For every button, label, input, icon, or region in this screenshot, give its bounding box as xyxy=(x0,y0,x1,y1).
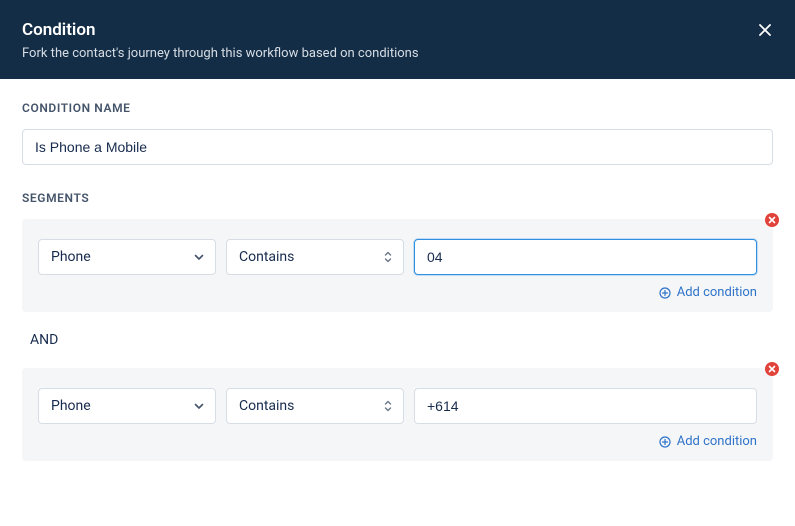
plus-circle-icon xyxy=(659,287,671,299)
add-condition-row: Add condition xyxy=(38,434,757,449)
close-button[interactable] xyxy=(753,18,777,42)
segments-label: SEGMENTS xyxy=(22,191,773,205)
modal-title: Condition xyxy=(22,20,773,40)
condition-row: Phone Contains xyxy=(38,388,757,424)
remove-segment-button[interactable] xyxy=(765,213,779,227)
value-input[interactable] xyxy=(414,239,757,275)
condition-name-input[interactable] xyxy=(22,129,773,165)
field-select[interactable]: Phone xyxy=(38,239,216,275)
add-condition-row: Add condition xyxy=(38,285,757,300)
value-input[interactable] xyxy=(414,388,757,424)
segment-block: Phone Contains Add xyxy=(22,368,773,461)
close-icon xyxy=(768,216,776,224)
modal-content: CONDITION NAME SEGMENTS Phone Contains xyxy=(0,79,795,461)
operator-select[interactable]: Contains xyxy=(226,388,404,424)
close-icon xyxy=(757,22,773,38)
remove-segment-button[interactable] xyxy=(765,362,779,376)
operator-select-label: Contains xyxy=(239,249,391,265)
segment-block: Phone Contains Add xyxy=(22,219,773,312)
modal-subtitle: Fork the contact's journey through this … xyxy=(22,46,773,61)
add-condition-button[interactable]: Add condition xyxy=(659,285,757,300)
condition-name-label: CONDITION NAME xyxy=(22,101,773,115)
add-condition-label: Add condition xyxy=(677,285,757,300)
add-condition-button[interactable]: Add condition xyxy=(659,434,757,449)
add-condition-label: Add condition xyxy=(677,434,757,449)
segment-joiner: AND xyxy=(22,312,773,368)
operator-select-label: Contains xyxy=(239,398,391,414)
field-select[interactable]: Phone xyxy=(38,388,216,424)
plus-circle-icon xyxy=(659,436,671,448)
condition-row: Phone Contains xyxy=(38,239,757,275)
close-icon xyxy=(768,365,776,373)
operator-select[interactable]: Contains xyxy=(226,239,404,275)
field-select-label: Phone xyxy=(51,249,203,265)
modal-header: Condition Fork the contact's journey thr… xyxy=(0,0,795,79)
field-select-label: Phone xyxy=(51,398,203,414)
